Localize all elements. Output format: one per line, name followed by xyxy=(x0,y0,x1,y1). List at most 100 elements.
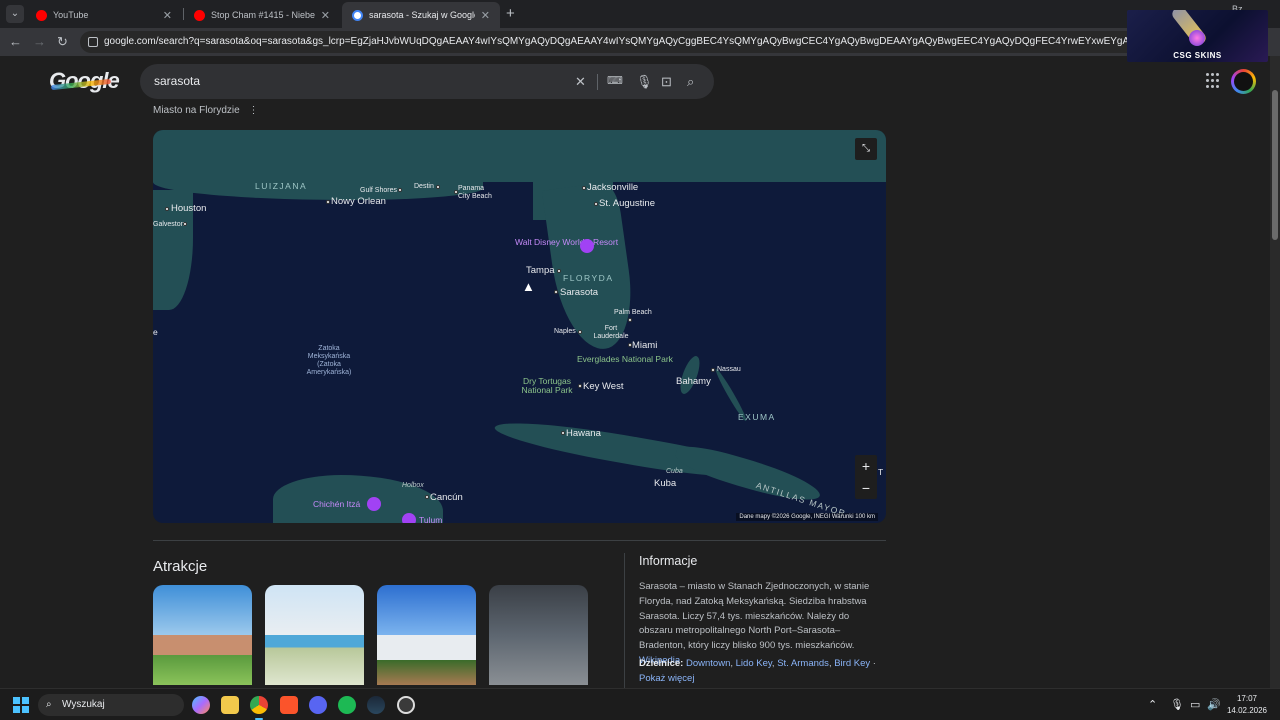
discord-icon[interactable] xyxy=(309,696,327,714)
exit-fullscreen-icon[interactable]: ⤡ xyxy=(855,138,877,160)
map-attribution[interactable]: Dane mapy ©2026 Google, INEGI Warunki 10… xyxy=(736,513,878,521)
map-label-jacksonville[interactable]: Jacksonville xyxy=(587,182,638,193)
file-explorer-icon[interactable] xyxy=(221,696,239,714)
search-box[interactable]: sarasota ✕ ⌨ 🎙 ⊡ ⌕ xyxy=(140,64,714,99)
search-icon: ⌕ xyxy=(46,699,52,710)
windows-start-icon[interactable] xyxy=(13,697,29,713)
map-label-kuba[interactable]: Kuba xyxy=(654,478,676,489)
map-label-bahamy[interactable]: Bahamy xyxy=(676,376,711,387)
search-input[interactable]: sarasota xyxy=(154,64,200,99)
back-arrow-icon[interactable]: ← xyxy=(9,34,22,49)
map-panel[interactable]: LUIZJANA Houston Galveston Nowy Orlean G… xyxy=(153,130,886,523)
map-label-sarasota[interactable]: Sarasota xyxy=(560,287,598,298)
taskbar-search[interactable]: ⌕ Wyszukaj xyxy=(38,694,184,716)
google-apps-icon[interactable] xyxy=(1206,73,1222,89)
info-heading: Informacje xyxy=(639,554,698,568)
landmark-pin-icon[interactable] xyxy=(367,497,381,511)
google-logo[interactable]: Google xyxy=(49,68,120,94)
volume-icon[interactable]: 🔊 xyxy=(1207,698,1221,711)
map-label-destin[interactable]: Destin xyxy=(414,183,434,190)
map-dot-nassau xyxy=(711,368,715,372)
map-label-gulf-shores[interactable]: Gulf Shores xyxy=(360,187,397,194)
map-dot-houston xyxy=(165,207,169,211)
map-label-houston[interactable]: Houston xyxy=(171,203,206,214)
map-label-everglades[interactable]: Everglades National Park xyxy=(577,355,673,364)
microphone-icon[interactable]: 🎙 xyxy=(636,64,653,99)
section-divider xyxy=(153,540,886,541)
map-label-edge-fragment: T xyxy=(878,467,884,477)
map-label-tulum[interactable]: Tulum xyxy=(419,515,442,523)
districts-row: Dzielnice: Downtown, Lido Key, St. Arman… xyxy=(639,658,876,669)
close-tab-icon[interactable]: ✕ xyxy=(481,9,490,22)
map-label-tampa[interactable]: Tampa xyxy=(526,265,555,276)
site-info-icon[interactable] xyxy=(88,37,98,47)
taskbar-clock[interactable]: 17:07 14.02.2026 xyxy=(1222,693,1272,717)
tab-stop-cham[interactable]: Stop Cham #1415 - Niebezpiec ✕ xyxy=(184,2,340,28)
tab-google-search[interactable]: sarasota - Szukaj w Google ✕ xyxy=(342,2,500,28)
map-label-nassau[interactable]: Nassau xyxy=(717,366,741,373)
map-label-panama-city-beach[interactable]: Panama City Beach xyxy=(458,185,498,201)
more-options-icon[interactable]: ⋮ xyxy=(248,105,258,116)
youtube-favicon-icon xyxy=(194,9,205,21)
map-dot-st-augustine xyxy=(594,202,598,206)
chrome-icon[interactable] xyxy=(250,696,268,720)
district-link[interactable]: Downtown xyxy=(686,658,730,669)
steam-icon[interactable] xyxy=(367,696,385,714)
show-more-link[interactable]: Pokaż więcej xyxy=(639,673,694,684)
map-label-fort-lauderdale[interactable]: Fort Lauderdale xyxy=(590,325,632,341)
attraction-card[interactable] xyxy=(153,585,252,685)
tab-title: sarasota - Szukaj w Google xyxy=(369,10,475,20)
close-tab-icon[interactable]: ✕ xyxy=(321,9,330,22)
microphone-icon[interactable]: 🎙 xyxy=(1170,698,1184,711)
zoom-in-button[interactable]: + xyxy=(855,455,877,477)
map-label-palm-beach[interactable]: Palm Beach xyxy=(614,309,652,316)
copilot-icon[interactable] xyxy=(192,696,210,714)
zoom-out-button[interactable]: − xyxy=(855,477,877,499)
map-label-cancun[interactable]: Cancún xyxy=(430,492,463,503)
address-bar[interactable]: google.com/search?q=sarasota&oq=sarasota… xyxy=(80,31,1140,53)
map-label-naples[interactable]: Naples xyxy=(554,328,576,335)
new-tab-plus-icon[interactable]: + xyxy=(506,5,515,22)
map-dot-destin xyxy=(436,185,440,189)
gem-graphic-icon xyxy=(1189,30,1205,46)
profile-avatar[interactable] xyxy=(1231,69,1256,94)
map-label-hawana[interactable]: Hawana xyxy=(566,428,601,439)
tab-title: Stop Cham #1415 - Niebezpiec xyxy=(211,10,315,20)
map-label-miami[interactable]: Miami xyxy=(632,340,657,351)
scrollbar-thumb[interactable] xyxy=(1272,90,1278,240)
tab-youtube[interactable]: YouTube ✕ xyxy=(26,2,182,28)
network-icon[interactable]: ▭ xyxy=(1190,698,1200,711)
attraction-card[interactable] xyxy=(265,585,364,685)
tray-overflow-icon[interactable]: ⌃ xyxy=(1148,698,1157,711)
map-label-galveston[interactable]: Galveston xyxy=(153,221,185,228)
app-icon[interactable] xyxy=(397,696,415,714)
forward-arrow-icon[interactable]: → xyxy=(33,34,46,49)
map-label-key-west[interactable]: Key West xyxy=(583,381,623,392)
promo-overlay: CSG SKINS xyxy=(1127,10,1268,62)
district-link[interactable]: Lido Key xyxy=(736,658,772,669)
map-label-walt-disney-world[interactable]: Walt Disney World® Resort xyxy=(515,238,618,247)
map-label-st-augustine[interactable]: St. Augustine xyxy=(599,198,655,209)
info-description-text: Sarasota – miasto w Stanach Zjednoczonyc… xyxy=(639,581,870,652)
keyboard-icon[interactable]: ⌨ xyxy=(607,64,623,99)
brave-icon[interactable] xyxy=(280,696,298,714)
reload-icon[interactable]: ↻ xyxy=(57,34,68,50)
attraction-card[interactable] xyxy=(377,585,476,685)
search-icon[interactable]: ⌕ xyxy=(687,64,694,99)
landmark-pin-icon[interactable] xyxy=(402,513,416,523)
map-label-dry-tortugas[interactable]: Dry Tortugas National Park xyxy=(515,377,579,395)
close-tab-icon[interactable]: ✕ xyxy=(163,9,172,22)
attractions-heading: Atrakcje xyxy=(153,558,208,575)
clear-search-icon[interactable]: ✕ xyxy=(575,64,586,99)
attraction-card[interactable] xyxy=(489,585,588,685)
map-label-chichen-itza[interactable]: Chichén Itzá xyxy=(313,500,360,509)
district-link[interactable]: St. Armands xyxy=(777,658,829,669)
map-dot-tampa xyxy=(557,269,561,273)
theme-park-pin-icon[interactable] xyxy=(580,239,594,253)
lens-camera-icon[interactable]: ⊡ xyxy=(661,64,672,99)
logo-doodle-swoosh xyxy=(50,78,112,91)
tab-search-icon[interactable]: ⌄ xyxy=(6,5,24,23)
district-link[interactable]: Bird Key xyxy=(834,658,870,669)
spotify-icon[interactable] xyxy=(338,696,356,714)
map-label-nowy-orlean[interactable]: Nowy Orlean xyxy=(331,196,386,207)
